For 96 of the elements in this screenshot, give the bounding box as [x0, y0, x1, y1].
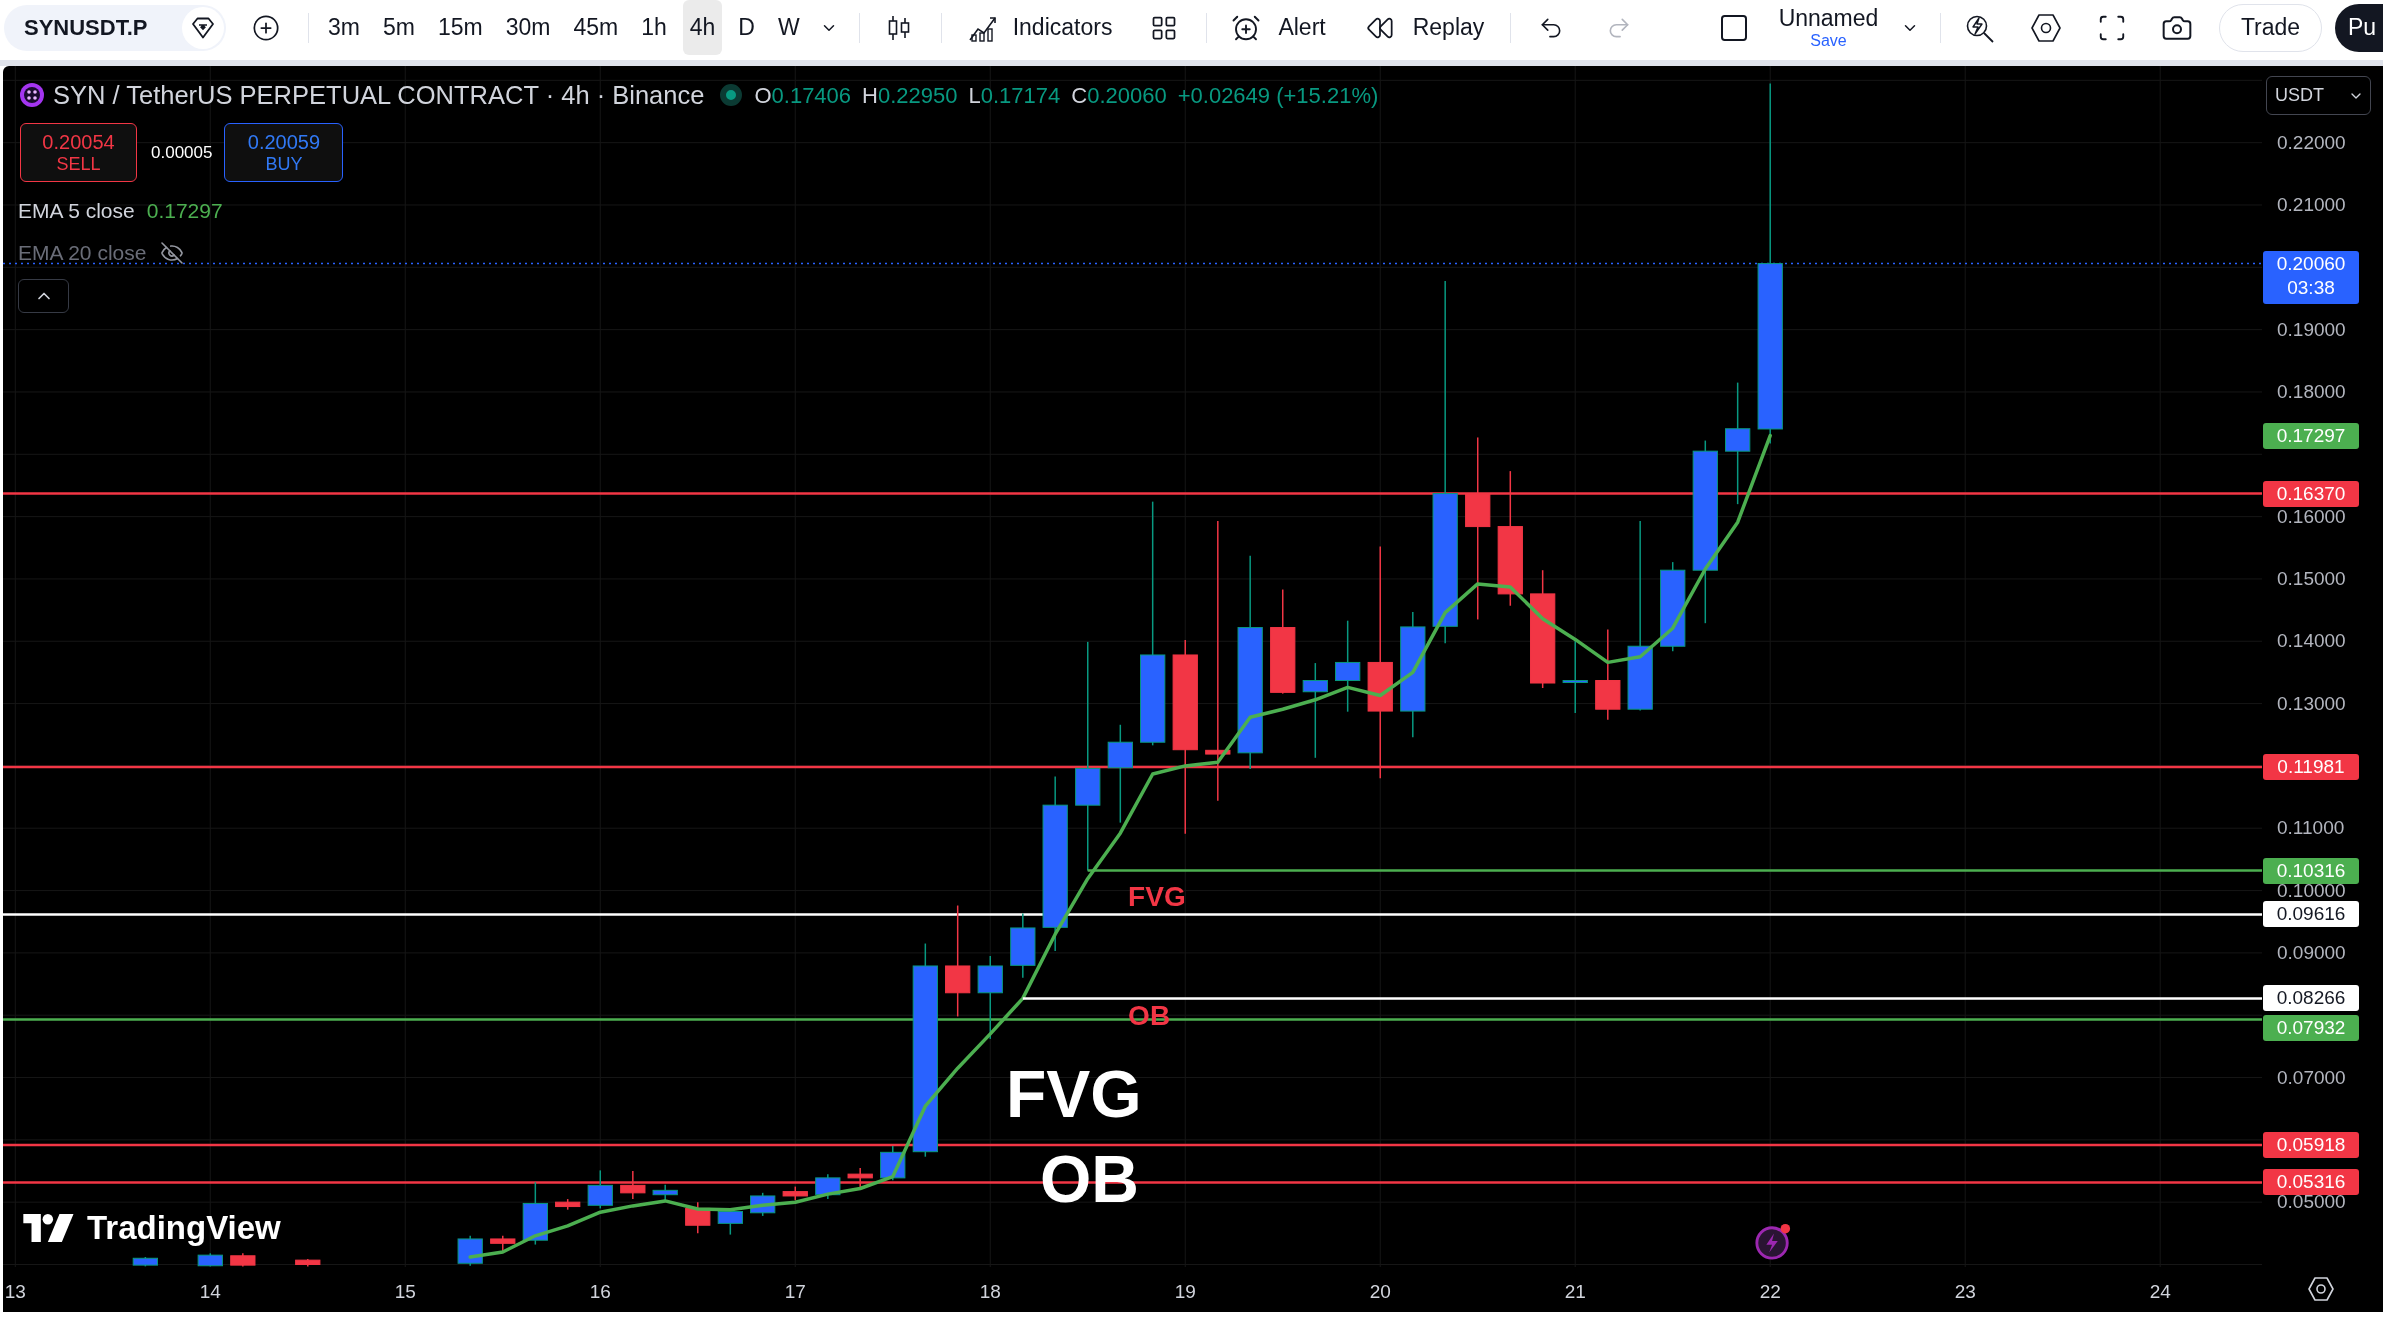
sell-button[interactable]: 0.20054 SELL	[20, 123, 137, 182]
add-icon[interactable]	[252, 13, 280, 42]
interval-tab[interactable]: 1h	[634, 0, 674, 55]
eye-off-icon[interactable]	[160, 241, 185, 265]
price-axis-label: 0.22000	[2277, 131, 2346, 154]
chart-annotation: FVG	[1128, 881, 1186, 913]
price-marker-label: 0.05918	[2263, 1131, 2359, 1158]
price-change: +0.02649 (+15.21%)	[1177, 81, 1379, 110]
indicator-name: EMA 5 close	[18, 198, 135, 225]
price-marker-label: 0.05316	[2263, 1169, 2359, 1196]
lightning-icon[interactable]	[1754, 1223, 1792, 1261]
symbol-button[interactable]: SYNUSDT.P	[24, 11, 148, 44]
logo-text: TradingView	[87, 1211, 281, 1244]
candle	[1010, 912, 1036, 979]
price-marker-label: 0.16370	[2263, 480, 2359, 507]
price-axis-label: 0.14000	[2277, 630, 2346, 653]
buy-button[interactable]: 0.20059 BUY	[224, 123, 344, 182]
interval-tab[interactable]: 4h	[682, 0, 723, 55]
ohlc-key: H	[862, 78, 878, 112]
candle	[620, 1170, 646, 1200]
interval-tab[interactable]: D	[731, 0, 762, 55]
candle	[457, 1235, 483, 1267]
time-axis-label: 22	[1759, 1280, 1781, 1304]
candle	[685, 1201, 711, 1235]
price-marker-label: 0.11981	[2263, 754, 2359, 781]
price-marker-label: 0.20060	[2276, 251, 2346, 276]
price-axis-label: 0.09000	[2277, 941, 2346, 964]
candle	[490, 1235, 516, 1253]
ohlc-value: 0.17406	[771, 81, 852, 110]
candle	[782, 1185, 808, 1202]
interval-tab[interactable]: 45m	[566, 0, 626, 55]
diamond-icon	[191, 16, 215, 39]
interval-tab[interactable]: 3m	[321, 0, 367, 55]
price-axis-label: 0.07000	[2277, 1066, 2346, 1089]
price-axis-label: 0.16000	[2277, 505, 2346, 528]
time-axis-label: 13	[4, 1280, 26, 1304]
candle	[587, 1169, 613, 1210]
price-axis-label: 0.11000	[2277, 817, 2345, 840]
ohlc-key: O	[754, 78, 772, 112]
price-marker-label: 0.08266	[2263, 985, 2359, 1012]
time-axis-label: 18	[979, 1280, 1001, 1304]
diamond-button[interactable]	[182, 6, 224, 49]
price-marker-label: 0.10316	[2263, 857, 2359, 884]
price-marker-label: 0.09616	[2263, 901, 2359, 928]
time-axis-label: 24	[2149, 1280, 2171, 1304]
ohlc-key: L	[968, 78, 981, 112]
interval-tab[interactable]: W	[770, 0, 807, 55]
chart-annotation: FVG	[1006, 1057, 1142, 1132]
price-marker-label: 0.07932	[2263, 1015, 2359, 1042]
time-axis-label: 14	[199, 1280, 221, 1304]
candle	[132, 1256, 158, 1267]
interval-tab[interactable]: 30m	[498, 0, 558, 55]
settings-icon[interactable]	[2031, 13, 2061, 42]
interval-tab[interactable]: 15m	[430, 0, 490, 55]
candle	[295, 1258, 321, 1267]
price-axis-label: 0.18000	[2277, 380, 2346, 403]
indicators-button[interactable]: Indicators	[967, 10, 1113, 45]
time-axis-label: 15	[394, 1280, 416, 1304]
price-marker-label: 0.17297	[2263, 422, 2359, 449]
price-axis-label: 0.21000	[2277, 194, 2346, 216]
layout-name[interactable]: Unnamed	[1778, 6, 1879, 30]
indicator-value: 0.17297	[146, 198, 223, 225]
price-axis-label: 0.15000	[2277, 567, 2346, 590]
currency-dropdown[interactable]: USDT	[2266, 76, 2371, 115]
ohlc-value: 0.22950	[877, 81, 958, 110]
candle	[815, 1173, 841, 1200]
price-axis-label: 0.19000	[2277, 318, 2346, 341]
trade-button[interactable]: Trade	[2219, 3, 2322, 52]
ohlc-value: 0.20060	[1087, 81, 1167, 110]
countdown-label: 03:38	[2287, 275, 2335, 300]
candle	[522, 1181, 548, 1246]
price-axis-label: 0.13000	[2277, 692, 2346, 715]
alert-button[interactable]: Alert	[1231, 10, 1326, 45]
time-axis-label: 17	[784, 1280, 806, 1304]
symbol-title: SYN / TetherUS PERPETUAL CONTRACT · 4h · Binance	[53, 79, 705, 111]
time-axis-label: 23	[1954, 1280, 1976, 1304]
ohlc-key: C	[1071, 78, 1088, 112]
time-axis-label: 16	[589, 1280, 611, 1304]
ohlc-value: 0.17174	[980, 81, 1061, 110]
time-axis-label: 19	[1174, 1280, 1196, 1304]
candle	[880, 1145, 906, 1182]
candle	[750, 1192, 776, 1217]
indicator-name: EMA 20 close	[18, 240, 147, 267]
publish-button[interactable]: Pu	[2335, 3, 2383, 52]
time-axis-label: 21	[1564, 1280, 1586, 1304]
candle	[652, 1184, 678, 1202]
replay-button[interactable]: Replay	[1365, 10, 1485, 45]
coin-icon	[20, 83, 44, 107]
spread-value: 0.00005	[151, 141, 213, 164]
candle	[197, 1252, 223, 1267]
candle	[230, 1252, 256, 1267]
interval-tab[interactable]: 5m	[375, 0, 422, 55]
save-link[interactable]: Save	[1810, 32, 1847, 49]
time-axis-label: 20	[1369, 1280, 1391, 1304]
logo-icon	[23, 1213, 75, 1242]
candle	[555, 1198, 581, 1211]
